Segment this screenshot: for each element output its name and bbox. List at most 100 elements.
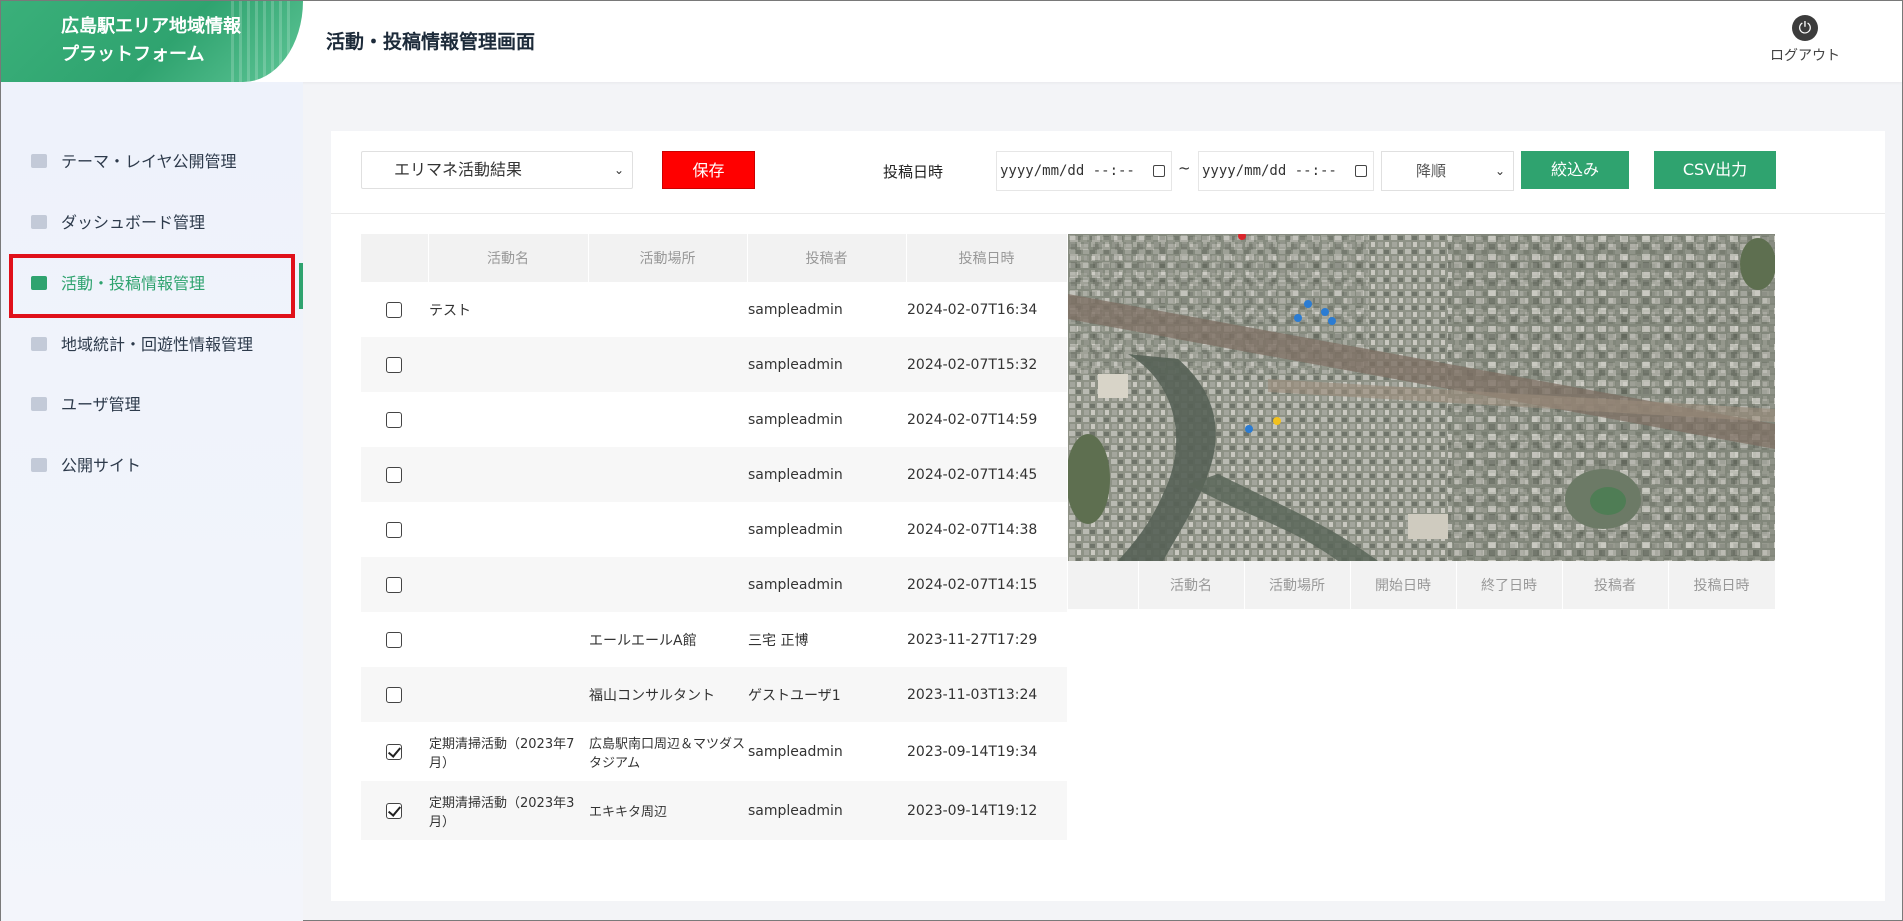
date-to-input[interactable]: yyyy/mm/dd --:--: [1198, 151, 1374, 191]
cell-activity-place: [588, 447, 747, 502]
top-header: 広島駅エリア地域情報 プラットフォーム 活動・投稿情報管理画面 ⏻ ログアウト: [1, 1, 1902, 82]
post-date-label: 投稿日時: [883, 163, 944, 181]
column-header-poster[interactable]: 投稿者: [747, 234, 907, 282]
sort-order-select[interactable]: 降順 ⌄: [1381, 151, 1514, 191]
table-row[interactable]: sampleadmin 2024-02-07T14:59: [361, 392, 1067, 447]
calendar-icon[interactable]: [1355, 165, 1367, 177]
row-checkbox[interactable]: [386, 802, 402, 819]
column-header-activity-place[interactable]: 活動場所: [1244, 561, 1351, 609]
column-header-activity-place[interactable]: 活動場所: [588, 234, 748, 282]
user-icon: [31, 396, 47, 411]
cell-post-date: 2023-11-27T17:29: [907, 631, 1038, 648]
sidebar-item-theme-layer[interactable]: テーマ・レイヤ公開管理: [31, 142, 291, 182]
platform-logo[interactable]: 広島駅エリア地域情報 プラットフォーム: [1, 1, 303, 82]
cell-activity-name: [428, 447, 588, 502]
cell-activity-name: [428, 612, 588, 667]
cell-activity-place: 福山コンサルタント: [588, 667, 747, 722]
table-row[interactable]: sampleadmin 2024-02-07T15:32: [361, 337, 1067, 392]
table-row[interactable]: sampleadmin 2024-02-07T14:38: [361, 502, 1067, 557]
date-from-input[interactable]: yyyy/mm/dd --:--: [996, 151, 1172, 191]
cell-post-date: 2023-11-03T13:24: [906, 667, 1067, 722]
cell-poster: sampleadmin: [747, 447, 906, 502]
cell-post-date: 2024-02-07T14:15: [906, 557, 1067, 612]
cell-activity-name: [428, 392, 588, 447]
cell-poster: sampleadmin: [748, 521, 843, 538]
sidebar-item-label: ユーザ管理: [61, 395, 141, 414]
cell-activity-place: エキキタ周辺: [588, 781, 747, 840]
page-title: 活動・投稿情報管理画面: [326, 31, 536, 53]
aerial-map-image: [1068, 234, 1775, 561]
column-header-activity-name[interactable]: 活動名: [1138, 561, 1245, 609]
cell-post-date: 2024-02-07T15:32: [906, 337, 1067, 392]
cell-activity-name: [428, 557, 588, 612]
row-checkbox[interactable]: [386, 576, 402, 593]
logout-button[interactable]: ⏻ ログアウト: [1763, 15, 1847, 65]
date-range-separator: ~: [1178, 159, 1191, 177]
sidebar-item-dashboard[interactable]: ダッシュボード管理: [31, 203, 291, 243]
logout-label: ログアウト: [1770, 48, 1840, 64]
post-type-select[interactable]: エリマネ活動結果 ⌄: [361, 151, 633, 189]
column-header-post-date[interactable]: 投稿日時: [906, 234, 1068, 282]
cell-activity-place: エールエールA館: [589, 632, 697, 649]
row-checkbox[interactable]: [386, 466, 402, 483]
date-from-value: yyyy/mm/dd --:--: [1000, 163, 1135, 179]
cell-activity-place: [588, 337, 747, 392]
cell-poster: sampleadmin: [747, 337, 906, 392]
column-header-poster[interactable]: 投稿者: [1562, 561, 1669, 609]
table-row[interactable]: 定期清掃活動（2023年3月） エキキタ周辺 sampleadmin 2023-…: [361, 781, 1067, 840]
table-row[interactable]: 定期清掃活動（2023年7月） 広島駅南口周辺＆マツダスタジアム samplea…: [361, 722, 1067, 781]
cell-poster: 三宅 正博: [748, 632, 809, 649]
table-row[interactable]: 福山コンサルタント ゲストユーザ1 2023-11-03T13:24: [361, 667, 1067, 722]
cell-activity-name: [428, 667, 588, 722]
posts-table: 活動名 活動場所 投稿者 投稿日時 テスト sampleadmin 2024-0…: [361, 234, 1068, 840]
cell-activity-name: 定期清掃活動（2023年3月）: [428, 781, 588, 840]
cell-post-date: 2024-02-07T16:34: [907, 301, 1038, 318]
row-checkbox[interactable]: [386, 521, 402, 538]
monitor-icon: [31, 457, 47, 472]
filter-button[interactable]: 絞込み: [1521, 151, 1629, 189]
sidebar-item-public-site[interactable]: 公開サイト: [31, 446, 291, 486]
sidebar-item-label: 公開サイト: [61, 456, 142, 475]
column-header-end-date[interactable]: 終了日時: [1456, 561, 1563, 609]
cell-activity-place: [588, 392, 747, 447]
cell-activity-name: テスト: [429, 302, 471, 319]
cell-post-date: 2024-02-07T14:45: [906, 447, 1067, 502]
table-header-row: 活動名 活動場所 投稿者 投稿日時: [361, 234, 1068, 282]
sidebar-item-regional-stats[interactable]: 地域統計・回遊性情報管理: [31, 325, 291, 365]
aerial-map-view[interactable]: [1068, 234, 1775, 561]
cell-poster: sampleadmin: [748, 411, 843, 428]
table-row[interactable]: テスト sampleadmin 2024-02-07T16:34: [361, 282, 1067, 337]
column-header-start-date[interactable]: 開始日時: [1350, 561, 1457, 609]
chevron-down-icon: ⌄: [1494, 164, 1505, 178]
csv-export-button[interactable]: CSV出力: [1654, 151, 1776, 189]
table-header-row: 活動名 活動場所 開始日時 終了日時 投稿者 投稿日時: [1068, 561, 1776, 609]
cell-activity-place: [588, 282, 747, 337]
toolbar-divider: [331, 213, 1885, 214]
row-checkbox[interactable]: [386, 743, 402, 760]
sidebar-item-label: ダッシュボード管理: [61, 213, 206, 232]
column-header-select: [1068, 561, 1139, 609]
logo-decoration: [231, 1, 291, 82]
row-checkbox[interactable]: [386, 686, 402, 703]
table-row[interactable]: エールエールA館 三宅 正博 2023-11-27T17:29: [361, 612, 1067, 667]
save-button[interactable]: 保存: [662, 151, 755, 189]
column-header-post-date[interactable]: 投稿日時: [1668, 561, 1776, 609]
row-checkbox[interactable]: [386, 411, 402, 428]
table-row[interactable]: sampleadmin 2024-02-07T14:15: [361, 557, 1067, 612]
post-type-select-value: エリマネ活動結果: [394, 160, 523, 179]
cell-activity-name: [428, 337, 588, 392]
cell-poster: sampleadmin: [747, 781, 906, 840]
cell-activity-place: [588, 502, 747, 557]
calendar-icon[interactable]: [1153, 165, 1165, 177]
row-checkbox[interactable]: [386, 631, 402, 648]
row-checkbox[interactable]: [386, 356, 402, 373]
column-header-activity-name[interactable]: 活動名: [428, 234, 589, 282]
cell-poster: sampleadmin: [748, 743, 843, 760]
cell-post-date: 2023-09-14T19:34: [907, 743, 1038, 760]
sidebar-item-users[interactable]: ユーザ管理: [31, 385, 291, 425]
table-row[interactable]: sampleadmin 2024-02-07T14:45: [361, 447, 1067, 502]
map-linked-table: 活動名 活動場所 開始日時 終了日時 投稿者 投稿日時: [1068, 561, 1776, 609]
row-checkbox[interactable]: [386, 301, 402, 318]
cell-activity-name: [428, 502, 588, 557]
cell-poster: ゲストユーザ1: [747, 667, 906, 722]
